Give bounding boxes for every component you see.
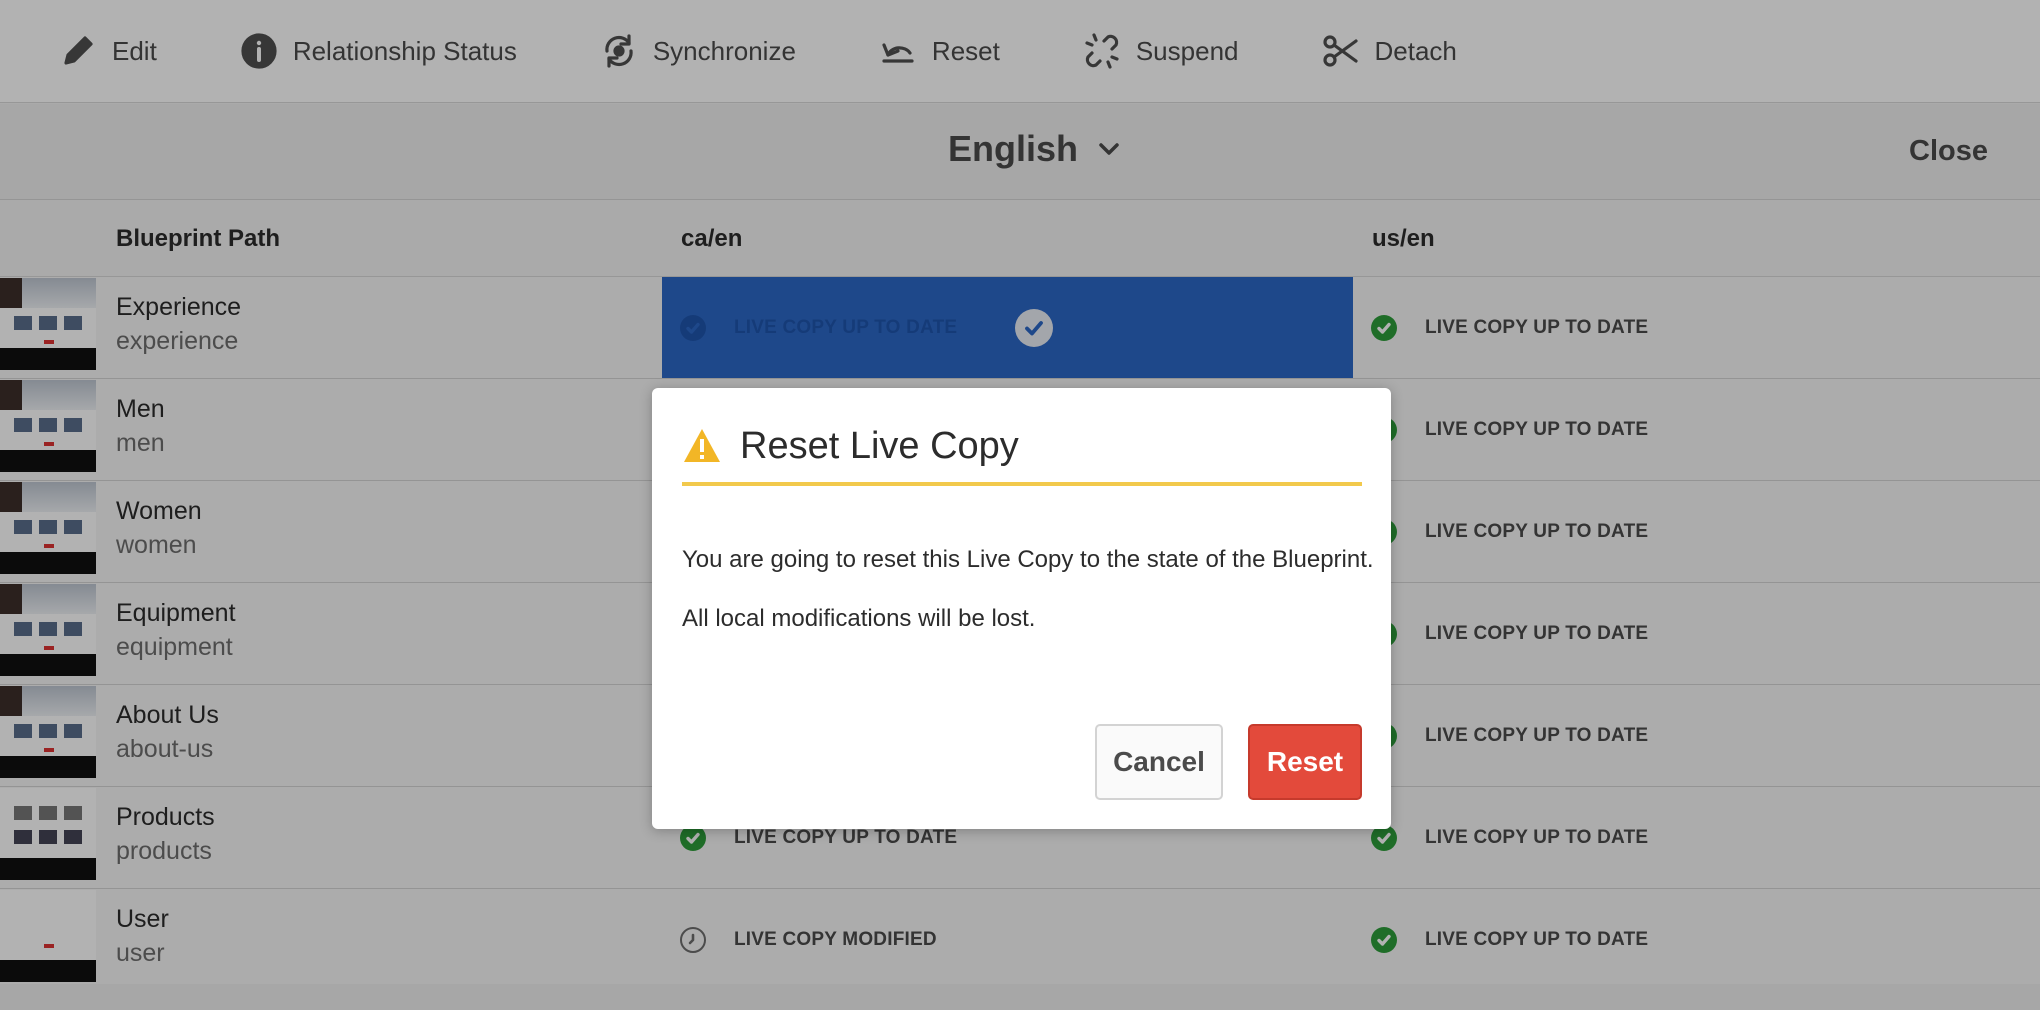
- dialog-divider: [682, 482, 1362, 486]
- reset-button[interactable]: Reset: [1248, 724, 1362, 800]
- dialog-header: Reset Live Copy: [682, 416, 1362, 476]
- dialog-title: Reset Live Copy: [740, 424, 1019, 467]
- dialog-warning-text: All local modifications will be lost.: [682, 605, 1036, 632]
- cancel-button[interactable]: Cancel: [1095, 724, 1223, 800]
- reset-live-copy-dialog: Reset Live Copy You are going to reset t…: [652, 388, 1391, 829]
- warning-icon: [684, 429, 720, 462]
- dialog-message: You are going to reset this Live Copy to…: [682, 546, 1374, 573]
